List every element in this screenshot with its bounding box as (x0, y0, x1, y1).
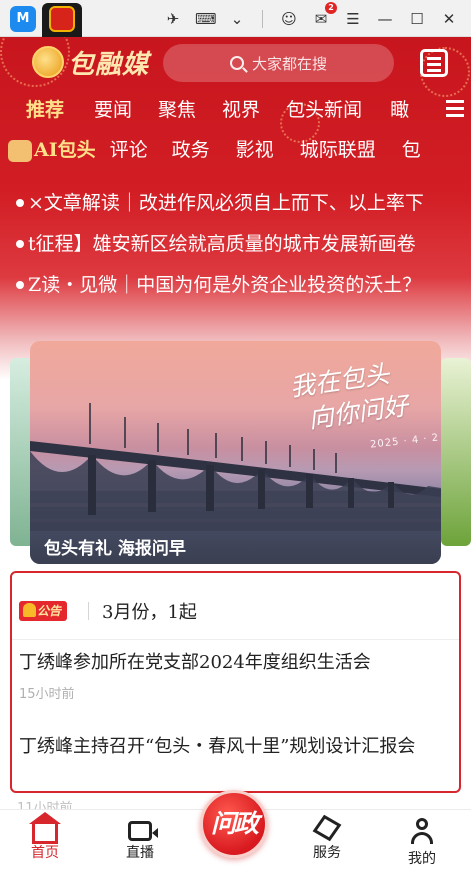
tab-baotou-news[interactable]: 包头新闻 (286, 95, 362, 122)
close-icon[interactable]: ✕ (439, 9, 459, 29)
person-icon (409, 818, 435, 844)
tab-home-label: 首页 (31, 845, 59, 861)
notice-divider (88, 602, 89, 620)
video-camera-icon (128, 821, 158, 841)
notice-text: 3月份，1起 (102, 602, 197, 623)
tab-service-label: 服务 (313, 845, 341, 861)
ticker-text: ×文章解读｜改进作风必须自上而下、以上率下 (28, 192, 424, 214)
article-item[interactable]: 丁绣峰参加所在党支部2024年度组织生活会 15小时前 (19, 648, 449, 702)
article-title: 丁绣峰主持召开“包头・春风十里”规划设计汇报会 (19, 736, 416, 757)
tab-focus[interactable]: 聚焦 (158, 95, 196, 122)
notice-badge: 公告 (19, 601, 68, 621)
article-item[interactable]: 丁绣峰主持召开“包头・春风十里”规划设计汇报会 (19, 732, 449, 761)
pin-icon[interactable]: ✈ (163, 9, 183, 29)
user-icon[interactable]: ☺ (279, 9, 299, 29)
person-head-shape (416, 818, 428, 830)
bullet-icon (16, 198, 24, 207)
news-ticker-item[interactable]: ×文章解读｜改进作风必须自上而下、以上率下 (0, 188, 471, 218)
cube-icon (312, 814, 342, 842)
logo-text: 包融媒 (68, 49, 150, 80)
carousel-next-card[interactable] (441, 358, 471, 546)
ai-mascot-icon (8, 139, 32, 162)
ticker-text: t征程】雄安新区绘就高质量的城市发展新画卷 (28, 233, 416, 255)
tab-headlines[interactable]: 要闻 (94, 95, 132, 122)
article-time: 15小时前 (19, 687, 75, 702)
tab-recommend[interactable]: 推荐 (26, 95, 64, 122)
tab-bao[interactable]: 包 (402, 135, 421, 162)
bullet-icon (16, 239, 24, 248)
channel-nav-row-1: 推荐 要闻 聚焦 视界 包头新闻 瞰 (0, 93, 409, 123)
news-list-icon[interactable] (420, 49, 448, 77)
app-logo: 包融媒 (32, 44, 149, 80)
chevron-down-icon[interactable]: ⌄ (227, 9, 247, 29)
menu-icon[interactable]: ☰ (343, 9, 363, 29)
tab-live[interactable]: 直播 (110, 818, 170, 862)
keyboard-icon[interactable]: ⌨ (195, 9, 217, 29)
announcement-panel: 公告 3月份，1起 丁绣峰参加所在党支部2024年度组织生活会 15小时前 丁绣… (10, 571, 461, 793)
tab-overview[interactable]: 瞰 (390, 95, 409, 122)
channel-menu-icon[interactable] (446, 100, 464, 116)
titlebar-divider (262, 10, 263, 28)
wenzheng-center-button[interactable]: 问政 (200, 790, 268, 858)
tab-city-alliance[interactable]: 城际联盟 (300, 135, 376, 162)
notice-badge-label: 公告 (37, 604, 62, 618)
window-titlebar: M ✈ ⌨ ⌄ ☺ ✉ 2 ☰ — ☐ ✕ (0, 0, 471, 37)
baotou-app-icon[interactable] (49, 6, 75, 32)
ticker-text: Z读・见微｜中国为何是外资企业投资的沃土？ (28, 274, 422, 296)
search-placeholder: 大家都在搜 (251, 54, 327, 73)
tab-live-label: 直播 (126, 845, 154, 861)
tab-home[interactable]: 首页 (15, 812, 75, 862)
search-icon (229, 56, 244, 70)
bullet-icon (16, 280, 24, 289)
tab-film[interactable]: 影视 (236, 135, 274, 162)
bell-icon (23, 603, 36, 617)
news-ticker-item[interactable]: Z读・见微｜中国为何是外资企业投资的沃土？ (0, 270, 471, 300)
minimize-icon[interactable]: — (375, 9, 395, 29)
logo-emblem-icon (32, 46, 64, 78)
banner-carousel[interactable]: 我在包头 向你问好 2025 · 4 · 2 包头有礼 海报问早 (30, 341, 441, 564)
banner-caption: 包头有礼 海报问早 (44, 539, 186, 559)
person-body-shape (411, 832, 433, 844)
tab-vision[interactable]: 视界 (222, 95, 260, 122)
news-ticker-item[interactable]: t征程】雄安新区绘就高质量的城市发展新画卷 (0, 229, 471, 259)
tab-service[interactable]: 服务 (297, 814, 357, 862)
notice-row[interactable]: 公告 3月份，1起 (12, 573, 459, 640)
tab-government[interactable]: 政务 (172, 135, 210, 162)
tab-commentary[interactable]: 评论 (110, 135, 148, 162)
article-title: 丁绣峰参加所在党支部2024年度组织生活会 (19, 652, 371, 673)
tab-ai-baotou-label: AI包头 (34, 138, 96, 161)
home-icon (29, 812, 61, 844)
search-bar[interactable]: 大家都在搜 (163, 44, 394, 82)
tab-mine[interactable]: 我的 (392, 818, 452, 868)
app-icon-m[interactable]: M (10, 6, 36, 32)
mail-badge: 2 (325, 2, 337, 14)
tab-mine-label: 我的 (408, 851, 436, 867)
maximize-icon[interactable]: ☐ (407, 9, 427, 29)
channel-nav-row-2: AI包头 评论 政务 影视 城际联盟 包 (0, 133, 421, 163)
tab-ai-baotou[interactable]: AI包头 (8, 135, 96, 162)
